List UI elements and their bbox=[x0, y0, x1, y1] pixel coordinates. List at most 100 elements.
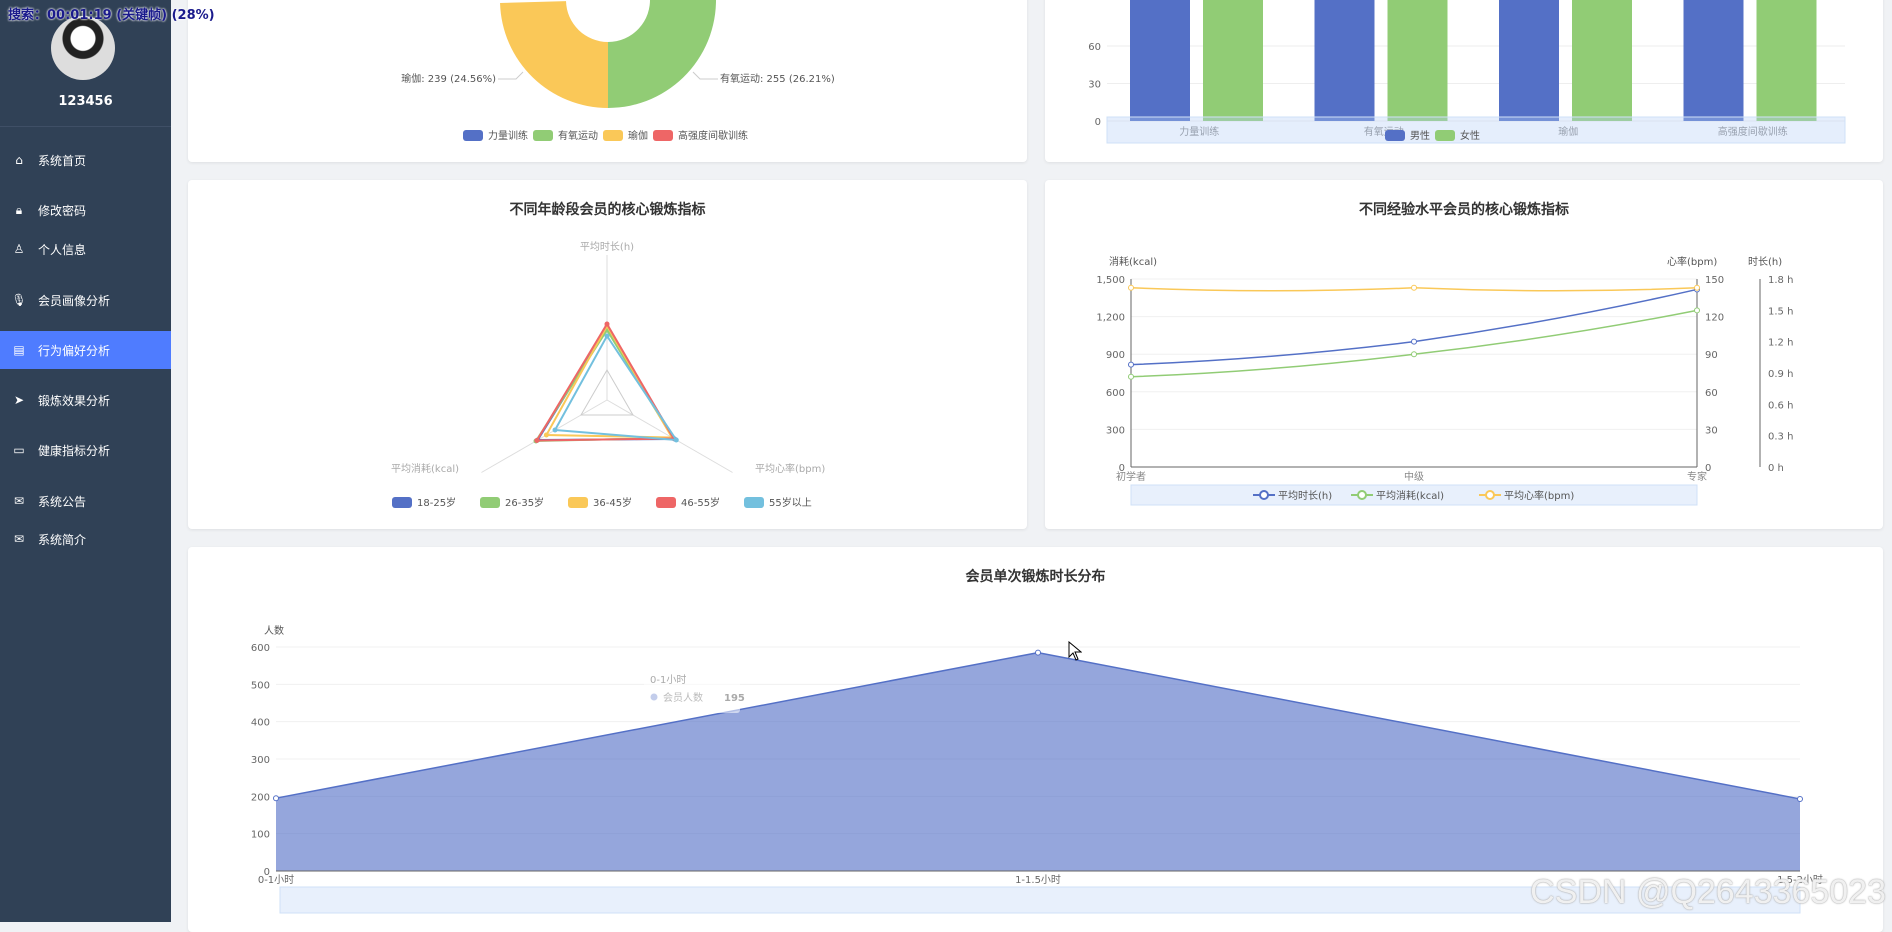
sidebar-item-6[interactable]: ➤ 锻炼效果分析 bbox=[0, 381, 171, 419]
area-fill bbox=[276, 653, 1800, 871]
line-point bbox=[1129, 362, 1134, 367]
watermark: CSDN @Q2643365023 bbox=[1530, 873, 1886, 912]
legend-label: 18-25岁 bbox=[417, 496, 456, 509]
sidebar-item-label: 会员画像分析 bbox=[38, 292, 110, 309]
legend-item: 36-45岁 bbox=[568, 496, 632, 509]
radar-point bbox=[553, 428, 558, 433]
lock-icon: 🔒︎ bbox=[12, 203, 26, 217]
radar-chart-card: 不同年龄段会员的核心锻炼指标 平均时长(h)平均心率(bpm)平均消耗(kcal… bbox=[188, 180, 1027, 529]
legend-label: 女性 bbox=[1460, 129, 1480, 142]
sidebar-item-9[interactable]: ✉系统简介 bbox=[0, 520, 171, 558]
sidebar-divider bbox=[0, 126, 171, 127]
y-tick-label: 300 bbox=[251, 755, 270, 766]
bar-female bbox=[1757, 0, 1817, 121]
legend-item: 力量训练 bbox=[463, 129, 528, 142]
y-left-tick: 900 bbox=[1106, 350, 1125, 361]
avatar[interactable] bbox=[51, 16, 115, 80]
sidebar-item-label: 健康指标分析 bbox=[38, 442, 110, 459]
legend-label: 平均时长(h) bbox=[1278, 490, 1332, 502]
monitor-icon: ▭ bbox=[12, 443, 26, 457]
user-icon: ♙ bbox=[12, 242, 26, 256]
sidebar-item-1[interactable]: ⌂系统首页 bbox=[0, 141, 171, 179]
legend-swatch-dot bbox=[1486, 491, 1494, 499]
y-tick-label: 400 bbox=[251, 718, 270, 729]
radar-point bbox=[605, 322, 610, 327]
tooltip-marker bbox=[651, 694, 658, 701]
legend-swatch-dot bbox=[1358, 491, 1366, 499]
y-mid-tick: 30 bbox=[1705, 425, 1718, 436]
radar-point bbox=[605, 334, 610, 339]
y-tick-label: 500 bbox=[251, 680, 270, 691]
pie-label-aerobic: 有氧运动: 255 (26.21%) bbox=[720, 72, 835, 85]
legend-swatch bbox=[1385, 130, 1405, 141]
y-right-tick: 0 h bbox=[1768, 463, 1784, 474]
y-left-tick: 1,500 bbox=[1096, 275, 1125, 286]
pie-chart-card: 有氧运动: 255 (26.21%)瑜伽: 239 (24.56%)力量训练有氧… bbox=[188, 0, 1027, 162]
username: 123456 bbox=[0, 94, 171, 109]
line-chart-card: 不同经验水平会员的核心锻炼指标 03006009001,2001,5000306… bbox=[1045, 180, 1883, 529]
y-left-tick: 600 bbox=[1106, 388, 1125, 399]
tooltip-value: 195 bbox=[724, 693, 745, 704]
y-left-tick: 1,200 bbox=[1096, 313, 1125, 324]
home-icon: ⌂ bbox=[12, 153, 26, 167]
y-tick-label: 30 bbox=[1088, 80, 1101, 91]
radar-series-3 bbox=[546, 326, 672, 438]
microphone-icon: 🎙︎ bbox=[12, 293, 26, 307]
y-right-tick: 0.3 h bbox=[1768, 432, 1793, 443]
sidebar-item-7[interactable]: ▭ 健康指标分析 bbox=[0, 431, 171, 469]
sidebar-item-label: 锻炼效果分析 bbox=[38, 392, 110, 409]
legend-swatch-dot bbox=[1260, 491, 1268, 499]
line-point bbox=[1412, 339, 1417, 344]
legend-item: 46-55岁 bbox=[656, 496, 720, 509]
send-icon: ➤ bbox=[12, 393, 26, 407]
y-axis-label: 人数 bbox=[264, 624, 284, 637]
y-tick-label: 100 bbox=[251, 830, 270, 841]
sidebar-item-3[interactable]: ♙ 个人信息 bbox=[0, 230, 171, 268]
y-mid-tick: 90 bbox=[1705, 350, 1718, 361]
sidebar-item-2[interactable]: 🔒︎修改密码 bbox=[0, 191, 171, 229]
radar-point bbox=[674, 438, 679, 443]
x-tick-label: 1-1.5小时 bbox=[1015, 874, 1061, 886]
line-chart: 03006009001,2001,50003060901201500 h0.3 … bbox=[1045, 180, 1883, 529]
tooltip-category: 0-1小时 bbox=[650, 674, 686, 686]
search-overlay-text: 搜索：00:01:19 (关键帧) (28%) bbox=[8, 4, 215, 23]
legend-swatch bbox=[653, 130, 673, 141]
legend-swatch bbox=[533, 130, 553, 141]
area-point bbox=[1036, 650, 1041, 655]
radar-point bbox=[544, 433, 549, 438]
legend-label: 瑜伽 bbox=[628, 129, 648, 142]
y-right-tick: 0.6 h bbox=[1768, 400, 1793, 411]
legend-item: 55岁以上 bbox=[744, 496, 812, 509]
sidebar-item-4[interactable]: 🎙︎ 会员画像分析 bbox=[0, 281, 171, 319]
y-mid-tick: 120 bbox=[1705, 313, 1724, 324]
pie-label-line bbox=[498, 72, 523, 79]
sidebar-item-5[interactable]: ▤行为偏好分析 bbox=[0, 331, 171, 369]
pie-label-yoga: 瑜伽: 239 (24.56%) bbox=[401, 72, 496, 85]
mail-icon: ✉ bbox=[12, 532, 26, 546]
radar-series-4 bbox=[537, 324, 674, 441]
radar-point bbox=[534, 438, 539, 443]
radar-chart: 平均时长(h)平均心率(bpm)平均消耗(kcal)18-25岁26-35岁36… bbox=[188, 180, 1027, 529]
sidebar-item-8[interactable]: ✉系统公告 bbox=[0, 482, 171, 520]
legend-label: 36-45岁 bbox=[593, 496, 632, 509]
bar-female bbox=[1388, 0, 1448, 121]
legend-label: 男性 bbox=[1410, 129, 1430, 142]
sidebar-item-label: 个人信息 bbox=[38, 241, 86, 258]
legend-label: 高强度间歇训练 bbox=[678, 129, 748, 142]
legend-swatch bbox=[1435, 130, 1455, 141]
radar-indicator-label: 平均心率(bpm) bbox=[755, 462, 825, 475]
legend-swatch bbox=[463, 130, 483, 141]
legend-swatch bbox=[392, 497, 412, 508]
clipboard-icon: ▤ bbox=[12, 343, 26, 357]
legend-label: 平均消耗(kcal) bbox=[1376, 489, 1444, 502]
y-right-label: 时长(h) bbox=[1748, 256, 1782, 268]
line-point bbox=[1695, 308, 1700, 313]
y-right-tick: 1.2 h bbox=[1768, 338, 1793, 349]
legend-item: 高强度间歇训练 bbox=[653, 129, 748, 142]
area-point bbox=[1798, 796, 1803, 801]
y-tick-label: 600 bbox=[251, 643, 270, 654]
y-mid-tick: 150 bbox=[1705, 275, 1724, 286]
line-point bbox=[1129, 285, 1134, 290]
area-tooltip: 0-1小时会员人数195 bbox=[644, 667, 745, 713]
legend-label: 46-55岁 bbox=[681, 496, 720, 509]
